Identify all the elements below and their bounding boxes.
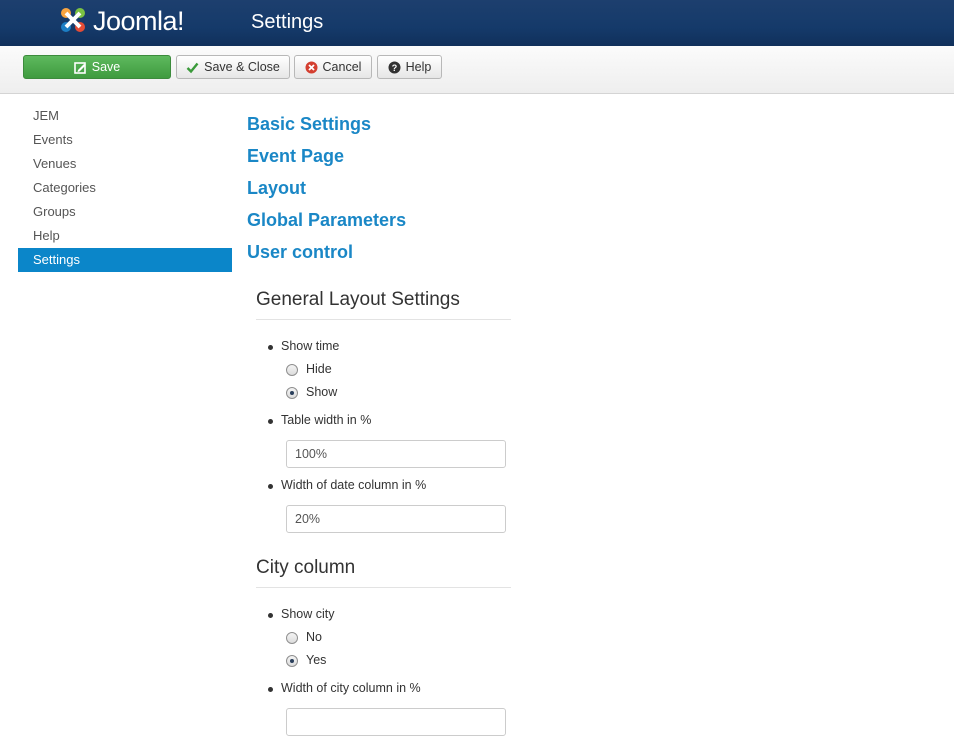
help-label: Help <box>405 60 432 74</box>
joomla-logo[interactable]: Joomla! <box>57 4 207 38</box>
show-time-label: Show time <box>281 339 340 353</box>
cancel-button[interactable]: Cancel <box>294 55 372 79</box>
general-layout-legend: General Layout Settings <box>256 289 511 320</box>
help-button[interactable]: ? Help <box>377 55 442 79</box>
show-city-label: Show city <box>281 607 335 621</box>
settings-sections: Basic Settings Event Page Layout Global … <box>247 114 406 274</box>
admin-header: Joomla! Settings <box>0 0 954 46</box>
sidebar-nav: JEM Events Venues Categories Groups Help… <box>18 104 232 272</box>
section-user-control[interactable]: User control <box>247 242 406 274</box>
city-column-legend: City column <box>256 557 511 588</box>
bullet-icon <box>268 345 273 350</box>
table-width-input[interactable] <box>286 440 506 468</box>
table-width-label: Table width in % <box>281 413 372 427</box>
bullet-icon <box>268 613 273 618</box>
radio-hide-label: Hide <box>306 362 332 376</box>
bullet-icon <box>268 687 273 692</box>
sidebar-item-venues[interactable]: Venues <box>18 152 232 176</box>
city-column-width-input[interactable] <box>286 708 506 736</box>
section-global-parameters[interactable]: Global Parameters <box>247 210 406 242</box>
save-button[interactable]: Save <box>23 55 171 79</box>
section-layout[interactable]: Layout <box>247 178 406 210</box>
radio-no-label: No <box>306 630 322 644</box>
joomla-logo-icon <box>61 8 85 32</box>
radio-yes-label: Yes <box>306 653 327 667</box>
bullet-icon <box>268 419 273 424</box>
sidebar-item-events[interactable]: Events <box>18 128 232 152</box>
sidebar-item-jem[interactable]: JEM <box>18 104 232 128</box>
general-layout-fieldset: General Layout Settings Show time Hide S… <box>256 289 511 533</box>
save-label: Save <box>91 60 121 74</box>
logo-text: Joomla! <box>93 6 185 36</box>
date-column-width-label: Width of date column in % <box>281 478 427 492</box>
cancel-circle-icon <box>305 61 318 74</box>
radio-hide[interactable] <box>286 364 298 376</box>
check-icon <box>186 61 199 74</box>
sidebar-item-settings[interactable]: Settings <box>18 248 232 272</box>
radio-no[interactable] <box>286 632 298 644</box>
cancel-label: Cancel <box>322 60 362 74</box>
bullet-icon <box>268 484 273 489</box>
section-event-page[interactable]: Event Page <box>247 146 406 178</box>
sidebar-item-groups[interactable]: Groups <box>18 200 232 224</box>
sidebar-item-help[interactable]: Help <box>18 224 232 248</box>
radio-show-label: Show <box>306 385 338 399</box>
toolbar: Save Save & Close Cancel ? Help <box>0 46 954 94</box>
save-close-label: Save & Close <box>204 60 280 74</box>
question-circle-icon: ? <box>388 61 401 74</box>
city-column-fieldset: City column Show city No Yes Width of ci… <box>256 557 511 736</box>
svg-text:?: ? <box>391 63 397 73</box>
section-basic-settings[interactable]: Basic Settings <box>247 114 406 146</box>
page-title: Settings <box>251 11 324 33</box>
save-close-button[interactable]: Save & Close <box>176 55 290 79</box>
edit-icon <box>73 61 87 74</box>
city-column-width-label: Width of city column in % <box>281 681 421 695</box>
radio-show[interactable] <box>286 387 298 399</box>
sidebar-item-categories[interactable]: Categories <box>18 176 232 200</box>
radio-yes[interactable] <box>286 655 298 667</box>
date-column-width-input[interactable] <box>286 505 506 533</box>
